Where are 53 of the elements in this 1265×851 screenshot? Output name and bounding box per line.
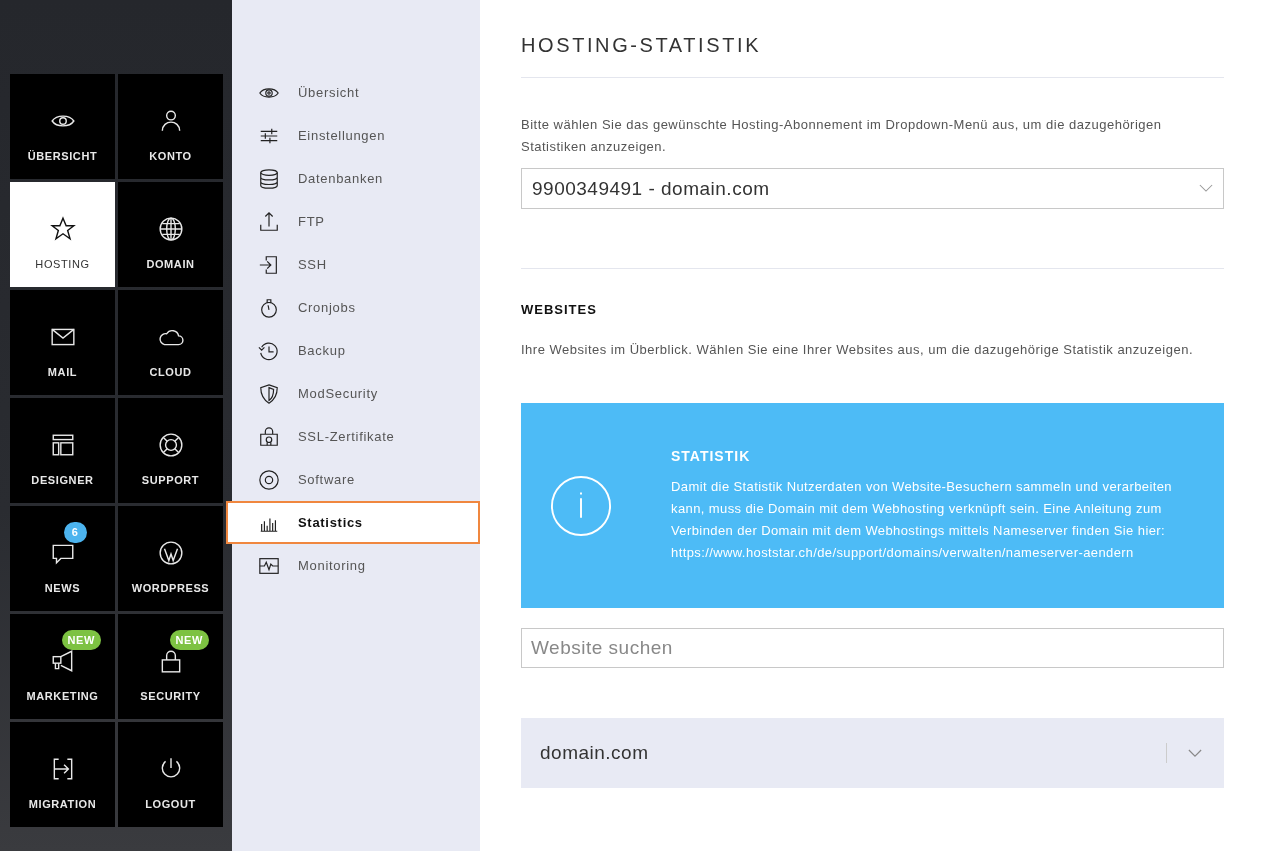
nav-tile[interactable]: CLOUD bbox=[118, 290, 223, 395]
submenu-item[interactable]: Einstellungen bbox=[232, 114, 480, 157]
database-icon bbox=[258, 167, 280, 190]
search-field[interactable]: Website suchen bbox=[521, 628, 1224, 668]
nav-tile[interactable]: DESIGNER bbox=[10, 398, 115, 503]
info-icon bbox=[550, 474, 612, 537]
submenu-item[interactable]: ModSecurity bbox=[232, 372, 480, 415]
submenu-item[interactable]: Übersicht bbox=[232, 71, 480, 114]
submenu-item[interactable]: SSH bbox=[232, 243, 480, 286]
nav-tile[interactable]: HOSTING bbox=[10, 182, 115, 287]
nav-tile[interactable]: NEW MARKETING bbox=[10, 614, 115, 719]
submenu-item[interactable]: Backup bbox=[232, 329, 480, 372]
subscription-dropdown[interactable]: 9900349491 - domain.com bbox=[521, 168, 1224, 209]
website-row[interactable]: domain.com bbox=[521, 718, 1224, 788]
nav-tile[interactable]: MIGRATION bbox=[10, 722, 115, 827]
chevron-down-icon bbox=[1188, 748, 1202, 758]
submenu-item[interactable]: FTP bbox=[232, 200, 480, 243]
lifebuoy-icon bbox=[157, 432, 184, 458]
section-text: Ihre Websites im Überblick. Wählen Sie eine Ihrer Websites aus, um die dazugehörige Statistik anzuzeigen. bbox=[521, 341, 1194, 359]
submenu-item[interactable]: Software bbox=[232, 458, 480, 501]
submenu-item[interactable]: Cronjobs bbox=[232, 286, 480, 329]
shield-icon bbox=[258, 382, 280, 405]
page-title: HOSTING-STATISTIK bbox=[521, 34, 763, 57]
nav-tile[interactable]: ÜBERSICHT bbox=[10, 74, 115, 179]
intro-text: Bitte wählen Sie das gewünschte Hosting-Abonnement im Dropdown-Menü aus, um die dazugehörigen Statistiken anzuzeigen. bbox=[521, 116, 1163, 156]
nav-tile[interactable]: DOMAIN bbox=[118, 182, 223, 287]
submenu-item[interactable]: Statistics bbox=[226, 501, 480, 544]
enter-icon bbox=[258, 253, 280, 276]
tile-badge: NEW bbox=[61, 630, 101, 650]
chevron-down-icon bbox=[1199, 184, 1213, 193]
wordpress-icon bbox=[157, 540, 184, 566]
tile-badge: NEW bbox=[169, 630, 209, 650]
tile-badge: 6 bbox=[63, 522, 87, 543]
submenu-item[interactable]: Monitoring bbox=[232, 544, 480, 587]
submenu-item[interactable]: SSL-Zertifikate bbox=[232, 415, 480, 458]
section-heading: WEBSITES bbox=[521, 302, 598, 317]
nav-tile[interactable]: KONTO bbox=[118, 74, 223, 179]
nav-tile[interactable]: WORDPRESS bbox=[118, 506, 223, 611]
history-icon bbox=[258, 339, 280, 362]
nav-tile[interactable]: 6 NEWS bbox=[10, 506, 115, 611]
star-icon bbox=[49, 216, 76, 242]
upload-icon bbox=[258, 210, 280, 233]
nav-tile[interactable]: MAIL bbox=[10, 290, 115, 395]
nav-tile[interactable]: LOGOUT bbox=[118, 722, 223, 827]
info-title: STATISTIK bbox=[671, 447, 752, 464]
nav-tile[interactable]: NEW SECURITY bbox=[118, 614, 223, 719]
stopwatch-icon bbox=[258, 296, 280, 319]
certificate-lock-icon bbox=[258, 425, 280, 448]
submenu-item[interactable]: Datenbanken bbox=[232, 157, 480, 200]
globe-icon bbox=[157, 216, 184, 242]
info-text: Damit die Statistik Nutzerdaten von Website-Besuchern sammeln und verarbeiten kann, muss die Domain mit dem Webhosting verknüpft sein. Eine Anleitung zum Verbinden der Domain mit dem Webhostings mittels Nameserver finden Sie hier: https://www.hoststar.ch/de/support/domains/verwalten/nameserver-aendern bbox=[671, 477, 1173, 562]
disc-icon bbox=[258, 468, 280, 491]
nav-tile[interactable]: SUPPORT bbox=[118, 398, 223, 503]
